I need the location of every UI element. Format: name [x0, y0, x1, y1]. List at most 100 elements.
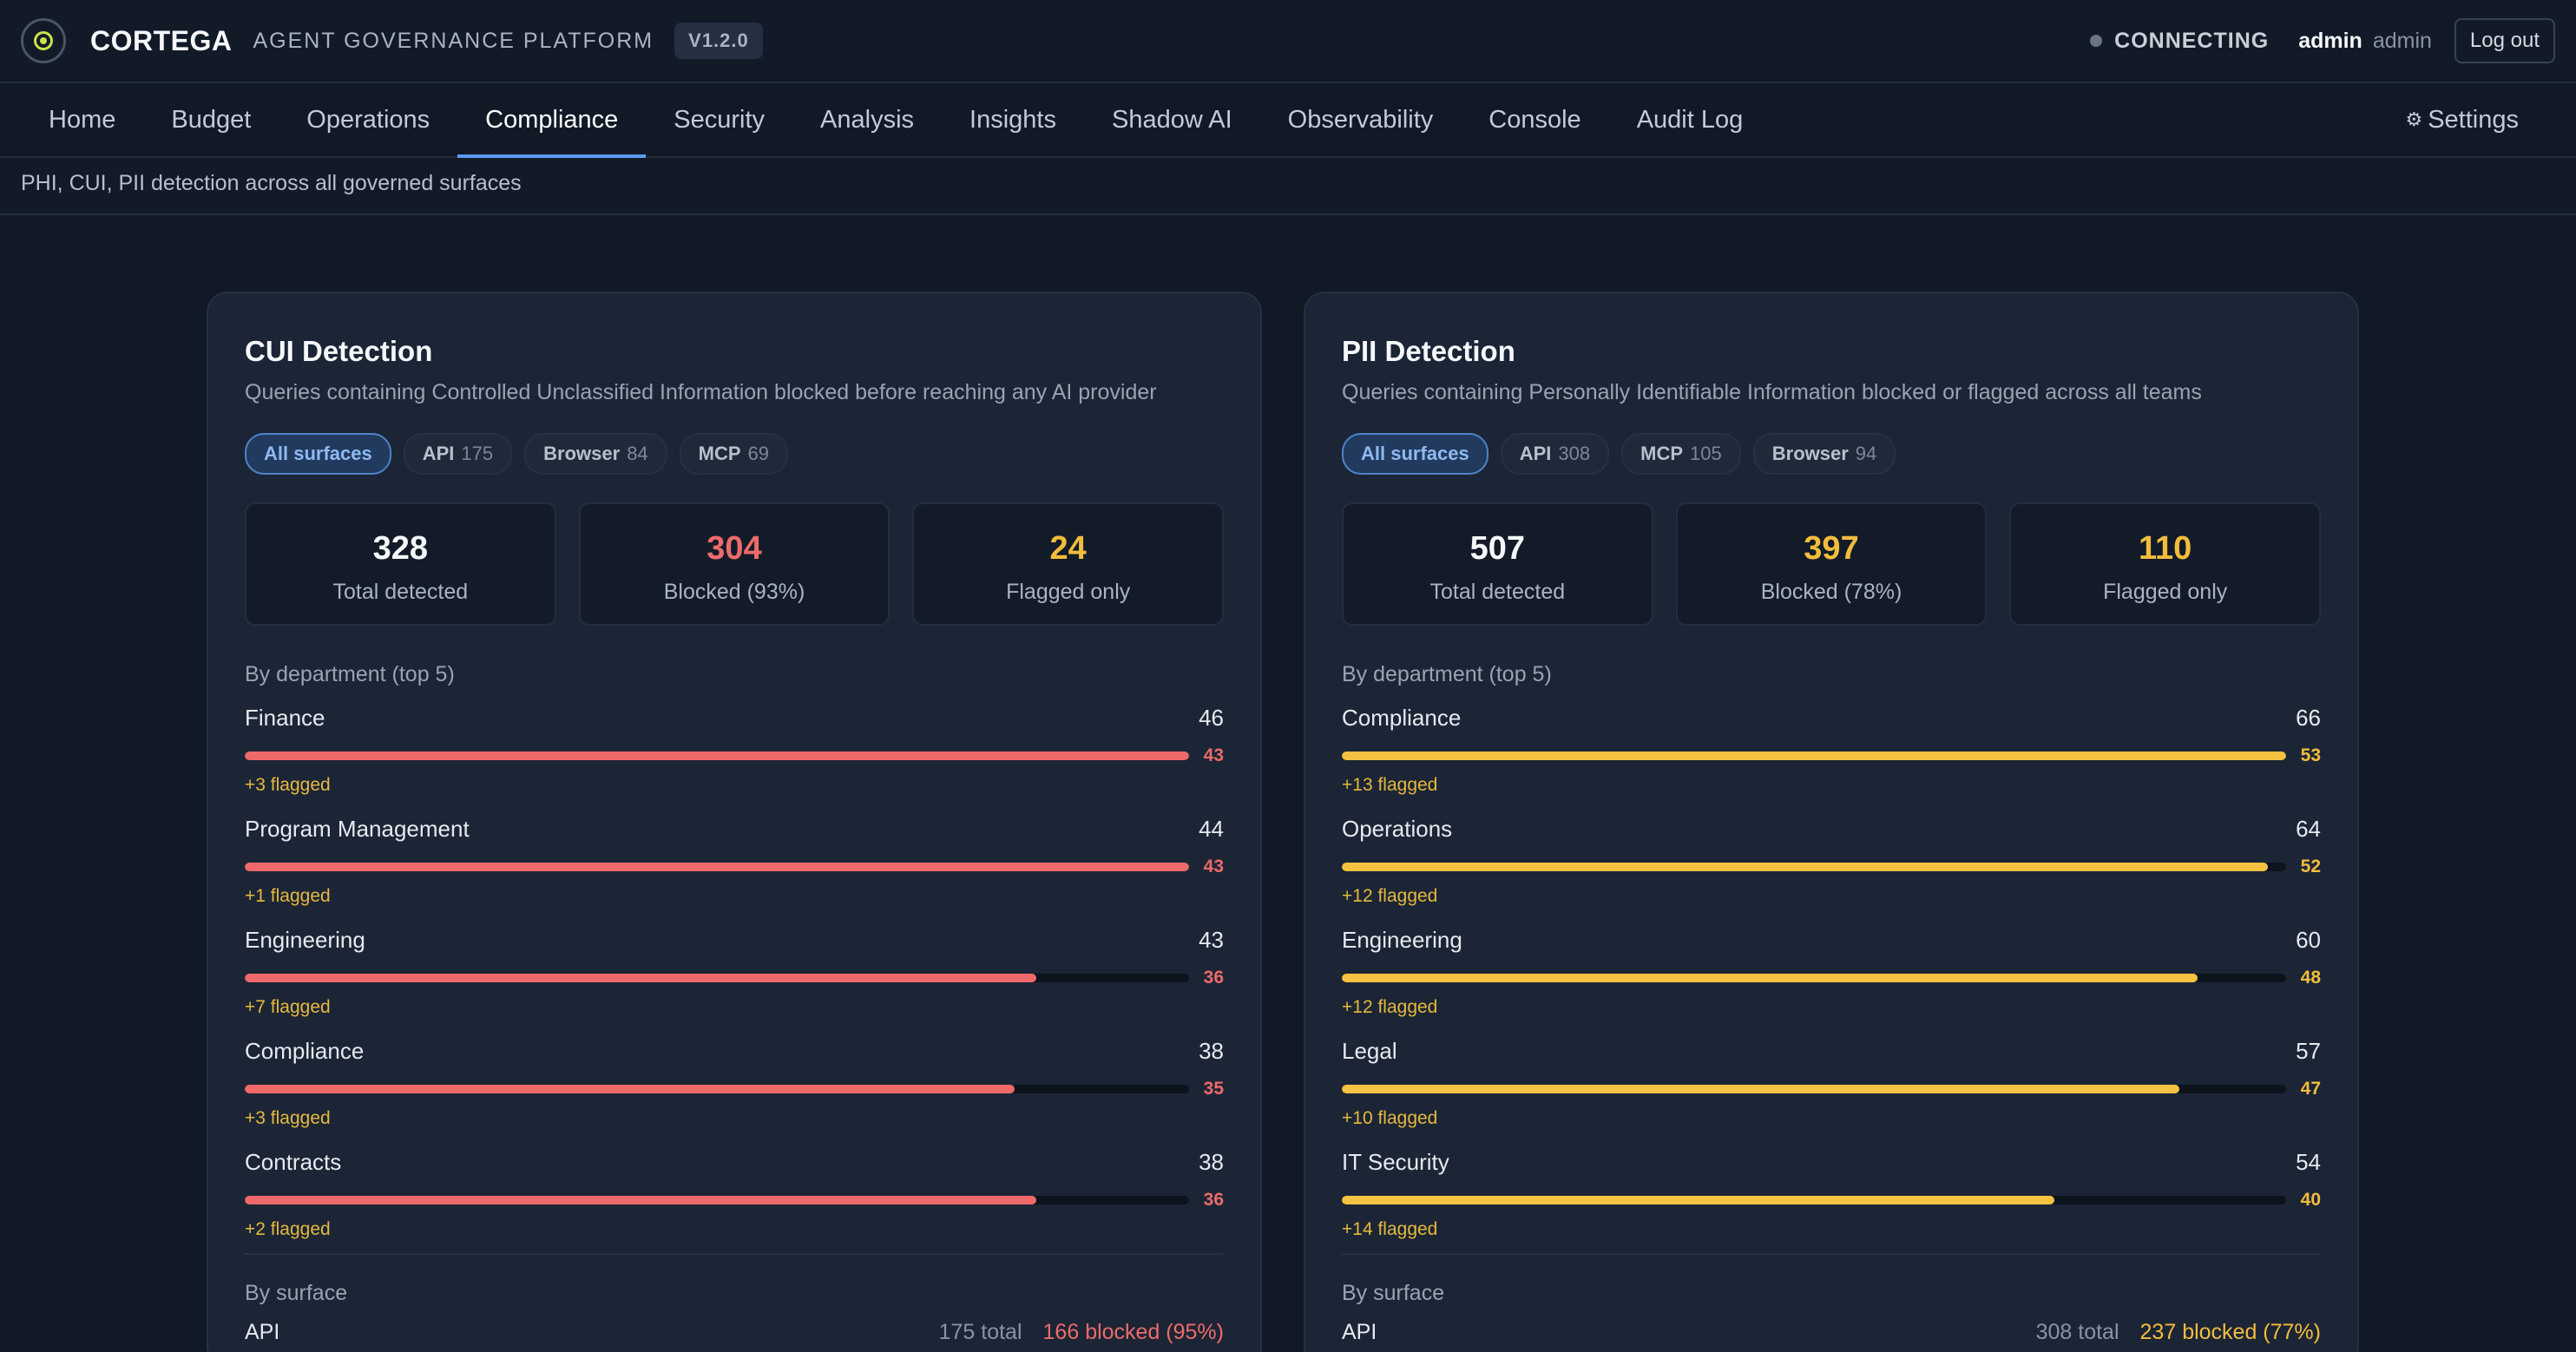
tab-security[interactable]: Security: [646, 83, 792, 156]
department-name: Engineering: [245, 927, 365, 953]
bar-track: [1342, 974, 2286, 982]
stat-value: 304: [706, 530, 762, 567]
surface-filter-chips: All surfaces API 308 MCP 105 Browser 94: [1342, 433, 2321, 475]
tab-compliance[interactable]: Compliance: [457, 83, 647, 158]
stat-label: Flagged only: [1006, 580, 1131, 604]
stat-blocked: 397 Blocked (78%): [1675, 502, 1988, 626]
department-header: Program Management 44: [245, 816, 1224, 843]
department-bar: 52: [1342, 856, 2321, 877]
chip-mcp[interactable]: MCP 105: [1621, 433, 1741, 475]
tab-operations[interactable]: Operations: [279, 83, 457, 156]
connection-status: CONNECTING: [2114, 28, 2270, 53]
stat-flagged-only: 110 Flagged only: [2009, 502, 2322, 626]
department-flagged: +12 flagged: [1342, 997, 1438, 1017]
gear-icon: ⚙: [2405, 108, 2423, 130]
cui-detection-card: CUI Detection Queries containing Control…: [207, 292, 1262, 1352]
stats-row: 507 Total detected 397 Blocked (78%) 110…: [1342, 502, 2322, 626]
department-header: Compliance 66: [1342, 705, 2321, 732]
by-department-label: By department (top 5): [245, 662, 455, 686]
department-row: Engineering 60 48 +12 flagged: [1342, 927, 2321, 1022]
stat-value: 397: [1804, 530, 1859, 567]
stats-row: 328 Total detected 304 Blocked (93%) 24 …: [245, 502, 1225, 626]
chip-label: All surfaces: [1361, 443, 1469, 464]
department-row: Contracts 38 36 +2 flagged: [245, 1149, 1224, 1244]
by-department-label: By department (top 5): [1342, 662, 1552, 686]
bar-fill: [1342, 974, 2198, 982]
bar-track: [1342, 863, 2286, 871]
department-bar: 35: [245, 1079, 1224, 1099]
tab-console[interactable]: Console: [1461, 83, 1608, 156]
platform-name: AGENT GOVERNANCE PLATFORM: [253, 28, 654, 53]
page-subtitle: PHI, CUI, PII detection across all gover…: [0, 158, 2576, 215]
department-bar: 48: [1342, 968, 2321, 988]
department-name: Finance: [245, 705, 325, 731]
surface-blocked: 166 blocked (95%): [1042, 1320, 1224, 1344]
department-bar: 53: [1342, 745, 2321, 766]
chip-all-surfaces[interactable]: All surfaces: [245, 433, 391, 475]
bar-track: [245, 1085, 1189, 1093]
stat-label: Blocked (78%): [1760, 580, 1902, 604]
chip-label: Browser: [1771, 443, 1849, 464]
stat-label: Blocked (93%): [663, 580, 805, 604]
tab-insights[interactable]: Insights: [942, 83, 1084, 156]
chip-mcp[interactable]: MCP 69: [679, 433, 789, 475]
surface-row-api: API 175 total 166 blocked (95%): [245, 1320, 1224, 1345]
brand-name[interactable]: CORTEGA: [90, 25, 233, 57]
department-name: Compliance: [1342, 705, 1462, 731]
department-flagged: +7 flagged: [245, 997, 331, 1017]
tab-home[interactable]: Home: [21, 83, 143, 156]
surface-name: API: [1342, 1320, 1377, 1344]
department-total: 54: [2296, 1149, 2321, 1175]
bar-fill: [1342, 863, 2269, 871]
bar-fill: [245, 1085, 1015, 1093]
chip-api[interactable]: API 308: [1500, 433, 1610, 475]
tab-analysis[interactable]: Analysis: [792, 83, 942, 156]
department-header: Finance 46: [245, 705, 1224, 732]
department-blocked-count: 47: [2300, 1079, 2321, 1099]
department-header: Compliance 38: [245, 1038, 1224, 1065]
department-header: Engineering 60: [1342, 927, 2321, 954]
department-bar: 40: [1342, 1190, 2321, 1211]
department-row: Operations 64 52 +12 flagged: [1342, 816, 2321, 911]
surface-row-api: API 308 total 237 blocked (77%): [1342, 1320, 2321, 1345]
department-blocked-count: 43: [1203, 745, 1224, 765]
chip-all-surfaces[interactable]: All surfaces: [1342, 433, 1488, 475]
version-badge: V1.2.0: [674, 23, 763, 59]
top-header: CORTEGA AGENT GOVERNANCE PLATFORM V1.2.0…: [0, 0, 2576, 83]
tab-shadow-ai[interactable]: Shadow AI: [1084, 83, 1260, 156]
card-description: Queries containing Personally Identifiab…: [1342, 380, 2202, 404]
department-total: 66: [2296, 705, 2321, 731]
department-row: Engineering 43 36 +7 flagged: [245, 927, 1224, 1022]
tab-budget[interactable]: Budget: [143, 83, 279, 156]
chip-label: MCP: [1640, 443, 1684, 464]
department-row: Finance 46 43 +3 flagged: [245, 705, 1224, 800]
divider: [245, 1253, 1224, 1255]
stat-total-detected: 507 Total detected: [1342, 502, 1653, 626]
chip-browser[interactable]: Browser 84: [524, 433, 667, 475]
by-surface-label: By surface: [1342, 1281, 1445, 1305]
department-list: Compliance 66 53 +13 flagged Operations 64 52 +…: [1342, 705, 2321, 1244]
department-total: 38: [1199, 1149, 1224, 1175]
department-flagged: +2 flagged: [245, 1219, 331, 1239]
chip-count: 105: [1690, 443, 1722, 464]
card-title: PII Detection: [1342, 335, 1515, 367]
department-flagged: +1 flagged: [245, 886, 331, 906]
surface-blocked: 237 blocked (77%): [2139, 1320, 2321, 1344]
tab-audit-log[interactable]: Audit Log: [1609, 83, 1771, 156]
settings-link[interactable]: ⚙ Settings: [2405, 83, 2519, 156]
logout-button[interactable]: Log out: [2454, 18, 2555, 63]
stat-label: Flagged only: [2103, 580, 2228, 604]
tab-observability[interactable]: Observability: [1260, 83, 1462, 156]
chip-api[interactable]: API 175: [403, 433, 513, 475]
department-name: IT Security: [1342, 1149, 1449, 1175]
user-name: admin: [2298, 28, 2362, 53]
settings-label: Settings: [2428, 105, 2519, 134]
bar-fill: [245, 751, 1189, 760]
department-blocked-count: 36: [1203, 1190, 1224, 1210]
chip-browser[interactable]: Browser 94: [1752, 433, 1896, 475]
stat-value: 24: [1049, 530, 1087, 567]
bar-fill: [1342, 1085, 2180, 1093]
header-right: CONNECTING admin admin Log out: [2090, 18, 2555, 63]
cortega-logo-icon[interactable]: [21, 18, 66, 63]
department-blocked-count: 35: [1203, 1079, 1224, 1099]
